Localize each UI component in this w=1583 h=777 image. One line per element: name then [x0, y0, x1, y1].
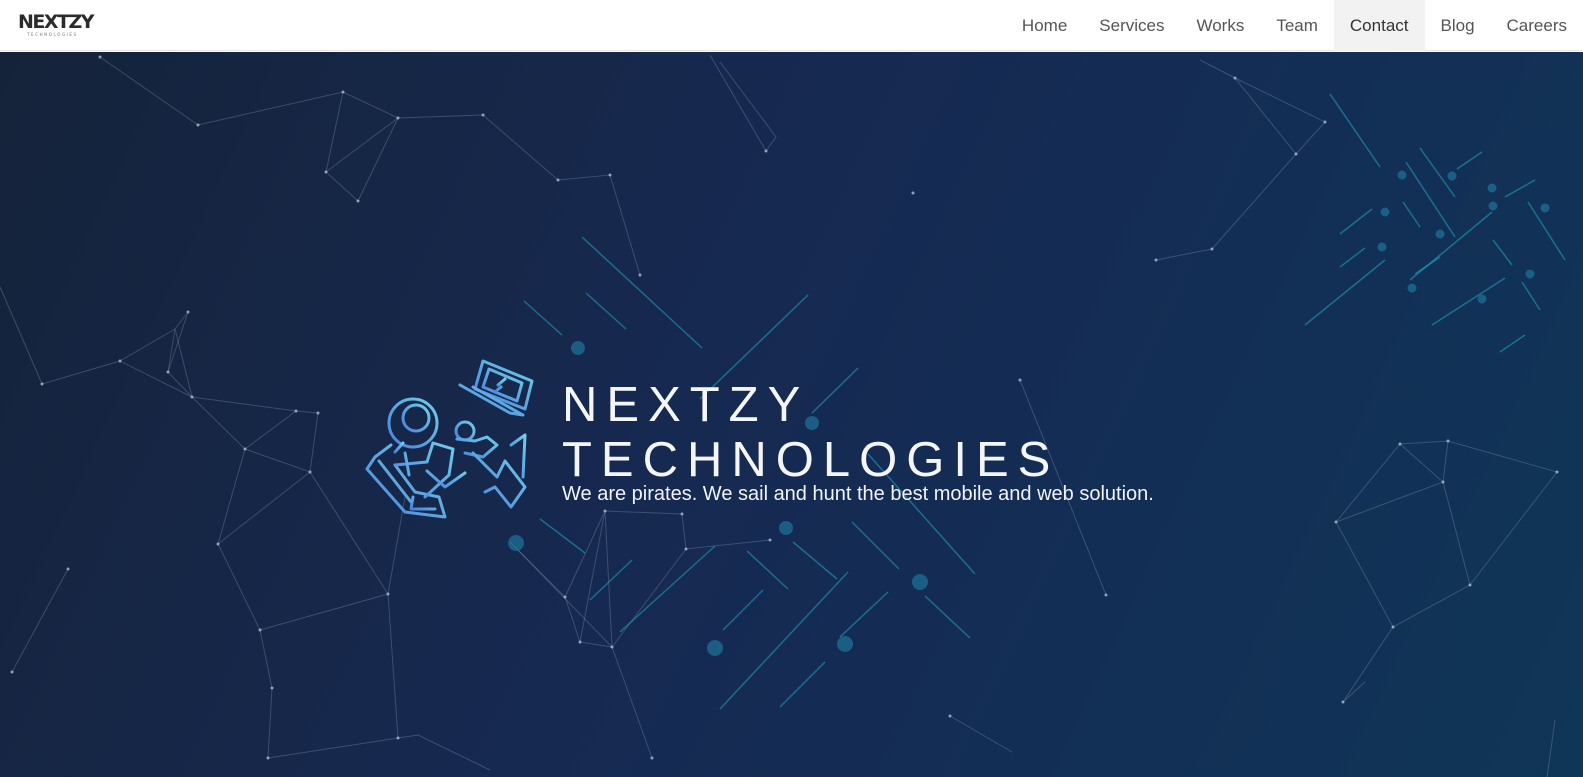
top-navbar: NEXTZY TECHNOLOGIES Home Services Works …: [0, 0, 1583, 51]
hero-tagline: We are pirates. We sail and hunt the bes…: [562, 483, 1154, 505]
hero-title-line1: NEXTZY: [562, 378, 810, 432]
logo-wordmark: NEXTZY: [18, 11, 95, 33]
hero-section: NEXTZY TECHNOLOGIES We are pirates. We s…: [0, 52, 1583, 777]
nav-item-services[interactable]: Services: [1083, 0, 1180, 51]
nav-item-careers[interactable]: Careers: [1491, 0, 1583, 51]
astronaut-with-laptop-icon: [365, 359, 534, 519]
nav-item-blog[interactable]: Blog: [1425, 0, 1491, 51]
nav-item-team[interactable]: Team: [1260, 0, 1334, 51]
nav-item-contact[interactable]: Contact: [1333, 0, 1425, 51]
nav-item-home[interactable]: Home: [1006, 0, 1083, 51]
hero-title: NEXTZY TECHNOLOGIES: [562, 378, 1059, 488]
brand-logo[interactable]: NEXTZY TECHNOLOGIES: [18, 12, 96, 40]
nav-item-works[interactable]: Works: [1180, 0, 1260, 51]
hero-title-line2: TECHNOLOGIES: [562, 433, 1060, 487]
main-nav: Home Services Works Team Contact Blog Ca…: [1006, 0, 1583, 51]
